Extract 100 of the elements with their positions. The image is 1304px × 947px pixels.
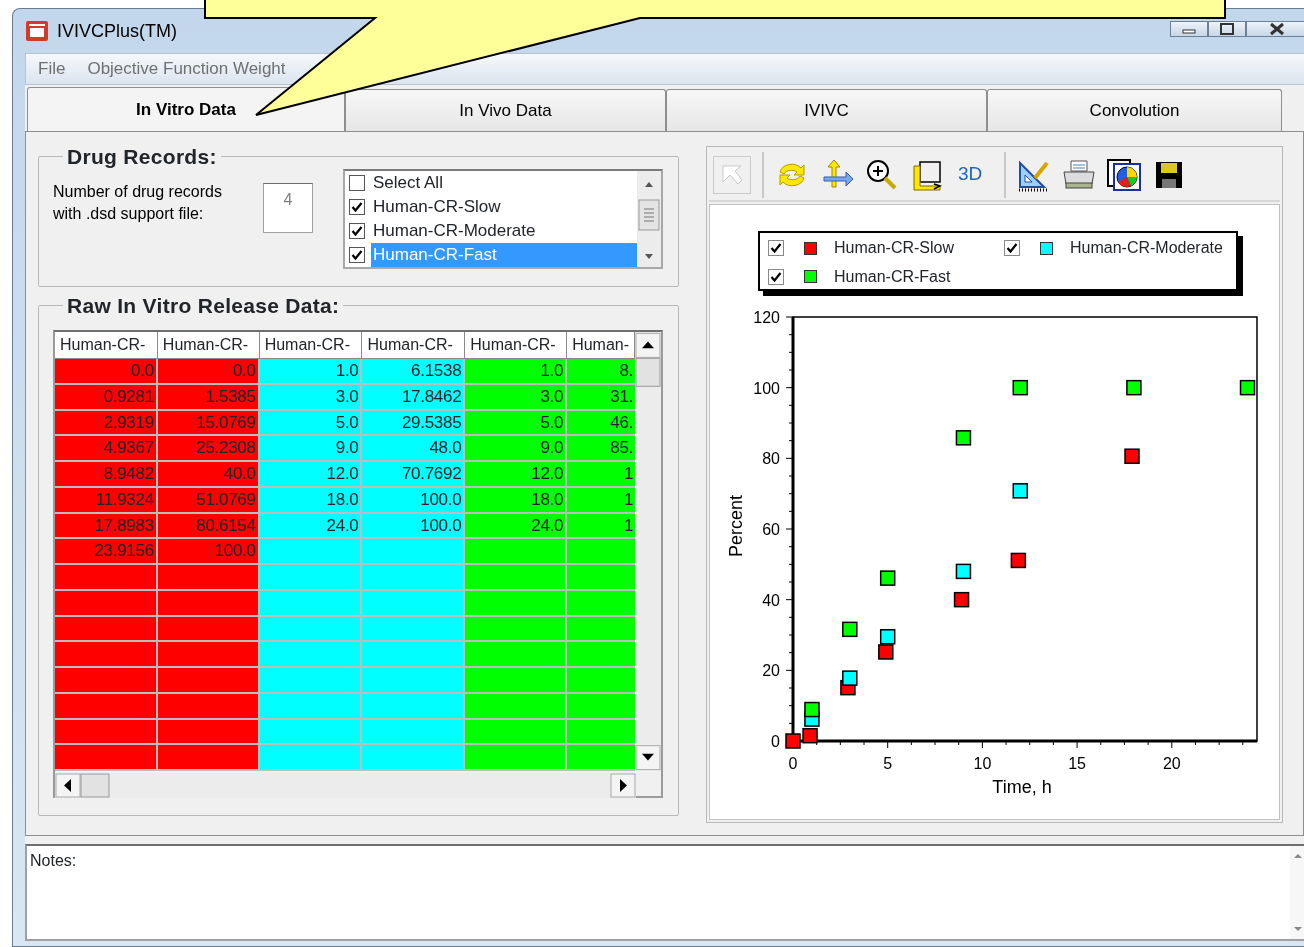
- legend-label: Human-CR-Moderate: [1070, 238, 1223, 258]
- tab[interactable]: In Vivo Data: [345, 89, 666, 131]
- data-point: [802, 727, 818, 744]
- tick-label: 10: [973, 755, 992, 772]
- column-header[interactable]: Human-CR-: [465, 332, 568, 359]
- table-cell: [567, 590, 636, 617]
- close-button[interactable]: [1246, 21, 1304, 37]
- data-point: [1012, 483, 1028, 499]
- zoom-icon[interactable]: [865, 157, 899, 192]
- data-point: [804, 701, 820, 718]
- tick-label: 5: [883, 755, 893, 772]
- column-header[interactable]: Human-CR-: [157, 332, 260, 359]
- table-cell: 11.9324: [55, 487, 158, 514]
- data-point: [785, 733, 801, 749]
- list-item[interactable]: Select All: [371, 171, 637, 195]
- check-icon: [770, 270, 782, 283]
- table-cell: [567, 539, 636, 565]
- data-point: [878, 644, 894, 660]
- table-cell: 46.: [567, 410, 636, 437]
- data-point: [955, 430, 972, 446]
- tick-label: 15: [1068, 755, 1086, 772]
- scrollbar[interactable]: [55, 773, 636, 798]
- table-cell: 15.0769: [157, 410, 260, 437]
- tick-label: 60: [762, 521, 780, 538]
- checkbox[interactable]: [768, 240, 784, 256]
- table-cell: 6.1538: [362, 359, 466, 385]
- tick-label: 40: [762, 591, 780, 609]
- column-header[interactable]: Human-CR-: [55, 332, 158, 359]
- check-icon: [351, 249, 363, 261]
- table-cell: 48.0: [362, 436, 466, 462]
- data-point: [1010, 552, 1027, 569]
- table-cell: 3.0: [259, 384, 363, 411]
- table-cell: [567, 565, 636, 591]
- legend-label: Human-CR-Slow: [834, 238, 955, 258]
- table-cell: 51.0769: [157, 487, 260, 514]
- pie-chart-icon[interactable]: [1107, 157, 1142, 192]
- table-cell: 5.0: [259, 410, 363, 437]
- table-cell: 18.0: [465, 487, 568, 514]
- 3d-button[interactable]: 3D: [958, 160, 983, 189]
- tab[interactable]: In Vitro Data: [27, 87, 345, 131]
- legend-label: Human-CR-Fast: [834, 266, 951, 287]
- table-cell: 1: [567, 513, 636, 540]
- menu-item[interactable]: Objective Function Weight: [87, 56, 286, 82]
- table-cell: 29.5385: [362, 410, 466, 437]
- table-cell: 12.0: [465, 462, 568, 488]
- table-cell: 4.9367: [55, 436, 158, 462]
- checkbox[interactable]: [349, 223, 365, 239]
- column-header[interactable]: Human-CR-: [259, 332, 363, 359]
- table-cell: 85.: [567, 436, 636, 462]
- column-header[interactable]: Human-: [567, 332, 636, 359]
- checkbox-list[interactable]: Select All Human-CR-Slow Human-CR-Moderate Human-CR-Fast: [343, 169, 663, 269]
- data-point: [955, 563, 972, 580]
- list-item[interactable]: Human-CR-Slow: [371, 195, 637, 219]
- column-header[interactable]: Human-CR-: [362, 332, 466, 359]
- check-icon: [770, 242, 782, 254]
- notes-field[interactable]: Notes:: [27, 846, 1290, 939]
- checkbox[interactable]: [1004, 240, 1020, 256]
- table-cell: 0.0: [55, 359, 158, 385]
- list-item[interactable]: Human-CR-Moderate: [371, 219, 637, 243]
- table-cell: 24.0: [465, 513, 568, 540]
- window-title: IVIVCPlus(TM): [57, 19, 177, 43]
- maximize-button[interactable]: [1208, 21, 1246, 37]
- table-cell: [567, 719, 636, 746]
- data-point: [842, 621, 858, 638]
- printer-icon[interactable]: [1062, 157, 1097, 192]
- table-cell: 1.5385: [157, 384, 260, 411]
- table-cell: 24.0: [259, 513, 363, 540]
- data-point: [1012, 379, 1028, 396]
- table-cell: 17.8983: [55, 513, 158, 540]
- table-cell: 8.9482: [55, 462, 158, 488]
- menu-item[interactable]: File: [38, 56, 66, 82]
- axis-title: Time, h: [992, 777, 1052, 797]
- tab[interactable]: Convolution: [987, 89, 1282, 131]
- pointer-icon: [720, 162, 744, 187]
- table-cell: 25.2308: [157, 436, 260, 462]
- tick-label: 20: [1162, 755, 1181, 772]
- table-cell: 100.0: [362, 513, 466, 540]
- check-icon: [351, 225, 363, 237]
- check-icon: [1006, 242, 1018, 254]
- table-cell: 1.0: [465, 359, 568, 385]
- checkbox[interactable]: [349, 175, 365, 191]
- table-cell: 9.0: [259, 436, 363, 462]
- checkbox[interactable]: [768, 268, 784, 285]
- tick-label: 80: [762, 450, 780, 468]
- scrollbar[interactable]: [637, 171, 661, 267]
- tick-label: 100: [753, 379, 780, 397]
- scrollbar[interactable]: [635, 332, 661, 771]
- table-cell: [567, 616, 636, 643]
- scrollbar[interactable]: [1290, 846, 1304, 939]
- data-point: [1239, 379, 1256, 396]
- data-point: [953, 591, 970, 608]
- checkbox[interactable]: [349, 247, 365, 263]
- tab[interactable]: IVIVC: [666, 89, 987, 131]
- table-cell: 8.: [567, 359, 636, 385]
- table-cell: 23.9156: [55, 539, 158, 565]
- group-title: Raw In Vitro Release Data:: [66, 295, 341, 316]
- minimize-button[interactable]: [1170, 21, 1208, 37]
- table-cell: 12.0: [259, 462, 363, 488]
- checkbox[interactable]: [349, 199, 365, 215]
- table-cell: 40.0: [157, 462, 260, 488]
